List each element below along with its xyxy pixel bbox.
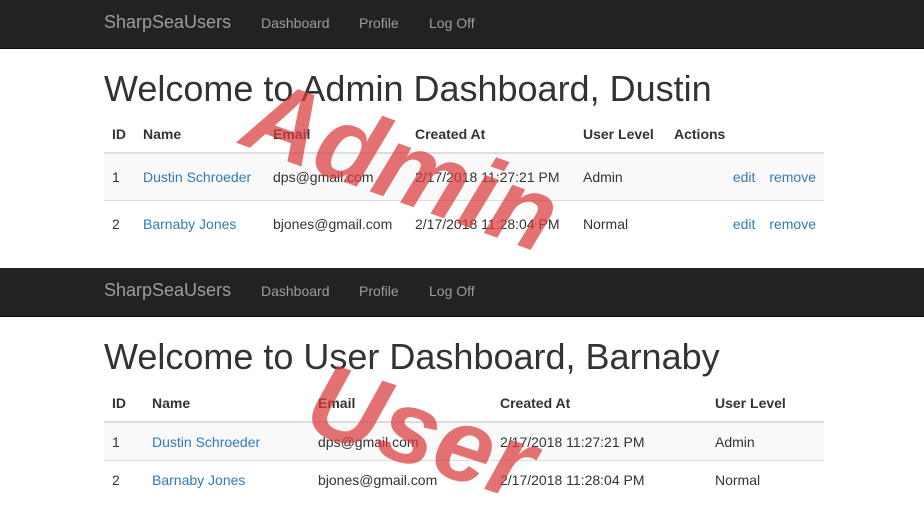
cell-email: bjones@gmail.com bbox=[310, 460, 492, 498]
column-header-actions: Actions bbox=[666, 116, 824, 154]
nav-profile[interactable]: Profile bbox=[359, 283, 399, 299]
column-header-created-at: Created At bbox=[492, 385, 707, 423]
remove-link[interactable]: remove bbox=[769, 169, 816, 185]
nav-dashboard[interactable]: Dashboard bbox=[261, 15, 330, 31]
cell-id: 2 bbox=[104, 200, 135, 247]
cell-actions: edit remove bbox=[666, 200, 824, 247]
column-header-id: ID bbox=[104, 385, 144, 423]
user-name-link[interactable]: Dustin Schroeder bbox=[143, 169, 251, 185]
cell-user-level: Normal bbox=[707, 460, 824, 498]
user-name-link[interactable]: Barnaby Jones bbox=[152, 472, 245, 488]
table-row: 1 Dustin Schroeder dps@gmail.com 2/17/20… bbox=[104, 421, 824, 461]
cell-actions: edit remove bbox=[666, 152, 824, 201]
page-title: Welcome to Admin Dashboard, Dustin bbox=[104, 68, 712, 109]
column-header-email: Email bbox=[265, 116, 407, 154]
cell-id: 2 bbox=[104, 460, 144, 498]
nav-profile[interactable]: Profile bbox=[359, 15, 399, 31]
brand-link[interactable]: SharpSeaUsers bbox=[104, 12, 231, 33]
navbar: SharpSeaUsers Dashboard Profile Log Off bbox=[0, 0, 924, 49]
table-row: 1 Dustin Schroeder dps@gmail.com 2/17/20… bbox=[104, 152, 824, 201]
users-table: ID Name Email Created At User Level 1 Du… bbox=[104, 385, 824, 498]
cell-created-at: 2/17/2018 11:28:04 PM bbox=[492, 460, 707, 498]
column-header-name: Name bbox=[144, 385, 310, 423]
brand-link[interactable]: SharpSeaUsers bbox=[104, 280, 231, 301]
table-header-row: ID Name Email Created At User Level bbox=[104, 385, 824, 423]
admin-dashboard-panel: SharpSeaUsers Dashboard Profile Log Off … bbox=[0, 0, 924, 268]
column-header-created-at: Created At bbox=[407, 116, 575, 154]
cell-user-level: Normal bbox=[575, 200, 666, 247]
cell-user-level: Admin bbox=[575, 152, 666, 201]
cell-user-level: Admin bbox=[707, 421, 824, 461]
column-header-user-level: User Level bbox=[707, 385, 824, 423]
cell-email: dps@gmail.com bbox=[310, 421, 492, 461]
cell-id: 1 bbox=[104, 152, 135, 201]
edit-link[interactable]: edit bbox=[733, 169, 756, 185]
user-name-link[interactable]: Barnaby Jones bbox=[143, 216, 236, 232]
cell-email: dps@gmail.com bbox=[265, 152, 407, 201]
cell-created-at: 2/17/2018 11:27:21 PM bbox=[407, 152, 575, 201]
column-header-id: ID bbox=[104, 116, 135, 154]
cell-email: bjones@gmail.com bbox=[265, 200, 407, 247]
cell-created-at: 2/17/2018 11:28:04 PM bbox=[407, 200, 575, 247]
column-header-name: Name bbox=[135, 116, 265, 154]
nav-dashboard[interactable]: Dashboard bbox=[261, 283, 330, 299]
table-row: 2 Barnaby Jones bjones@gmail.com 2/17/20… bbox=[104, 200, 824, 247]
nav-log-off[interactable]: Log Off bbox=[429, 15, 475, 31]
cell-id: 1 bbox=[104, 421, 144, 461]
navbar: SharpSeaUsers Dashboard Profile Log Off bbox=[0, 268, 924, 317]
page-title: Welcome to User Dashboard, Barnaby bbox=[104, 336, 720, 377]
cell-created-at: 2/17/2018 11:27:21 PM bbox=[492, 421, 707, 461]
edit-link[interactable]: edit bbox=[733, 216, 756, 232]
table-row: 2 Barnaby Jones bjones@gmail.com 2/17/20… bbox=[104, 460, 824, 498]
nav-log-off[interactable]: Log Off bbox=[429, 283, 475, 299]
column-header-user-level: User Level bbox=[575, 116, 666, 154]
remove-link[interactable]: remove bbox=[769, 216, 816, 232]
table-header-row: ID Name Email Created At User Level Acti… bbox=[104, 116, 824, 154]
column-header-email: Email bbox=[310, 385, 492, 423]
users-table: ID Name Email Created At User Level Acti… bbox=[104, 116, 824, 247]
user-dashboard-panel: SharpSeaUsers Dashboard Profile Log Off … bbox=[0, 268, 924, 513]
user-name-link[interactable]: Dustin Schroeder bbox=[152, 434, 260, 450]
